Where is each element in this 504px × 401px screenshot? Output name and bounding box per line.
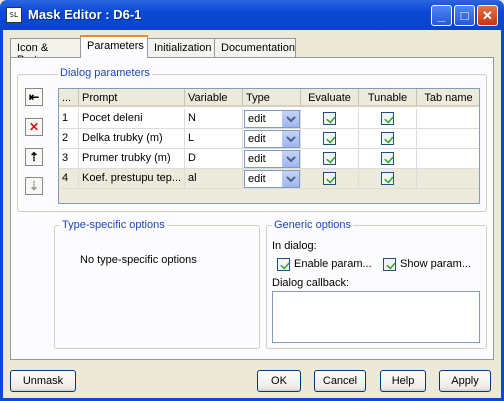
minimize-icon[interactable]: _ [431, 5, 452, 26]
tunable-checkbox[interactable] [381, 112, 394, 125]
type-select[interactable]: edit [244, 150, 300, 168]
window-title: Mask Editor : D6-1 [28, 7, 142, 22]
prompt-cell[interactable]: Prumer trubky (m) [79, 149, 185, 169]
tab-initialization[interactable]: Initialization [147, 38, 215, 57]
dialog-parameters-label: Dialog parameters [58, 67, 152, 79]
checkmark-icon [384, 113, 394, 124]
checkmark-icon [384, 133, 394, 144]
move-down-icon: ⇣ [25, 177, 43, 195]
chevron-down-icon[interactable] [282, 171, 299, 187]
show-param-label[interactable]: Show param... [400, 258, 471, 270]
index-cell[interactable]: 2 [59, 129, 79, 149]
unmask-button[interactable]: Unmask [10, 370, 76, 392]
evaluate-checkbox[interactable] [323, 132, 336, 145]
tunable-checkbox[interactable] [381, 152, 394, 165]
tunable-cell[interactable] [359, 109, 417, 129]
type-cell[interactable]: edit [243, 129, 301, 149]
add-parameter-icon[interactable]: ⇤ [25, 88, 43, 106]
delete-parameter-icon[interactable]: ✕ [25, 118, 43, 136]
column-header[interactable]: ... [59, 89, 79, 107]
type-select-value: edit [248, 113, 266, 125]
move-up-icon[interactable]: ⇡ [25, 148, 43, 166]
column-header[interactable]: Tab name [417, 89, 479, 107]
evaluate-cell[interactable] [301, 149, 359, 169]
dialog-callback-textarea[interactable] [272, 291, 480, 343]
enable-param-checkbox[interactable] [277, 258, 290, 271]
table-footer [59, 189, 479, 203]
cancel-button[interactable]: Cancel [314, 370, 366, 392]
type-cell[interactable]: edit [243, 169, 301, 189]
simulink-app-icon[interactable]: SL [6, 7, 22, 23]
type-select[interactable]: edit [244, 170, 300, 188]
tab-cell[interactable] [417, 149, 479, 169]
chevron-down-icon[interactable] [282, 111, 299, 127]
checkmark-icon [326, 173, 336, 184]
evaluate-checkbox[interactable] [323, 152, 336, 165]
evaluate-checkbox[interactable] [323, 112, 336, 125]
apply-button[interactable]: Apply [439, 370, 491, 392]
checkmark-icon [280, 259, 290, 270]
type-select[interactable]: edit [244, 110, 300, 128]
column-header[interactable]: Tunable [359, 89, 417, 107]
enable-param-label[interactable]: Enable param... [294, 258, 372, 270]
type-select-value: edit [248, 173, 266, 185]
evaluate-cell[interactable] [301, 169, 359, 189]
prompt-cell[interactable]: Pocet deleni [79, 109, 185, 129]
parameters-table: ... Prompt Variable Type Evaluate Tunabl… [58, 88, 480, 204]
tunable-checkbox[interactable] [381, 132, 394, 145]
generic-options-label: Generic options [272, 219, 354, 231]
ok-button[interactable]: OK [257, 370, 301, 392]
tab-cell[interactable] [417, 129, 479, 149]
help-button[interactable]: Help [380, 370, 426, 392]
type-specific-group [54, 225, 260, 349]
in-dialog-label: In dialog: [272, 240, 317, 252]
show-param-checkbox[interactable] [383, 258, 396, 271]
checkmark-icon [326, 133, 336, 144]
checkmark-icon [326, 153, 336, 164]
tab-documentation[interactable]: Documentation [214, 38, 296, 57]
close-icon[interactable]: ✕ [477, 5, 498, 26]
checkmark-icon [386, 259, 396, 270]
checkmark-icon [384, 153, 394, 164]
tab-icon-ports[interactable]: Icon & Ports [10, 38, 81, 66]
checkmark-icon [326, 113, 336, 124]
tab-parameters[interactable]: Parameters [80, 35, 148, 58]
type-specific-label: Type-specific options [60, 219, 167, 231]
tunable-cell[interactable] [359, 169, 417, 189]
tunable-cell[interactable] [359, 129, 417, 149]
type-select-value: edit [248, 153, 266, 165]
tab-cell[interactable] [417, 109, 479, 129]
tunable-cell[interactable] [359, 149, 417, 169]
dialog-callback-label: Dialog callback: [272, 277, 350, 289]
variable-cell[interactable]: al [185, 169, 243, 189]
evaluate-checkbox[interactable] [323, 172, 336, 185]
prompt-cell[interactable]: Delka trubky (m) [79, 129, 185, 149]
variable-cell[interactable]: L [185, 129, 243, 149]
type-select[interactable]: edit [244, 130, 300, 148]
tab-cell[interactable] [417, 169, 479, 189]
type-cell[interactable]: edit [243, 109, 301, 129]
variable-cell[interactable]: D [185, 149, 243, 169]
index-cell[interactable]: 3 [59, 149, 79, 169]
maximize-icon[interactable]: □ [454, 5, 475, 26]
type-specific-text: No type-specific options [80, 254, 197, 266]
column-header[interactable]: Evaluate [301, 89, 359, 107]
checkmark-icon [384, 173, 394, 184]
type-cell[interactable]: edit [243, 149, 301, 169]
chevron-down-icon[interactable] [282, 131, 299, 147]
chevron-down-icon[interactable] [282, 151, 299, 167]
column-header[interactable]: Variable [185, 89, 243, 107]
column-header[interactable]: Type [243, 89, 301, 107]
index-cell[interactable]: 1 [59, 109, 79, 129]
type-select-value: edit [248, 133, 266, 145]
column-header[interactable]: Prompt [79, 89, 185, 107]
evaluate-cell[interactable] [301, 109, 359, 129]
tunable-checkbox[interactable] [381, 172, 394, 185]
index-cell[interactable]: 4 [59, 169, 79, 189]
prompt-cell[interactable]: Koef. prestupu tep... [79, 169, 185, 189]
variable-cell[interactable]: N [185, 109, 243, 129]
evaluate-cell[interactable] [301, 129, 359, 149]
